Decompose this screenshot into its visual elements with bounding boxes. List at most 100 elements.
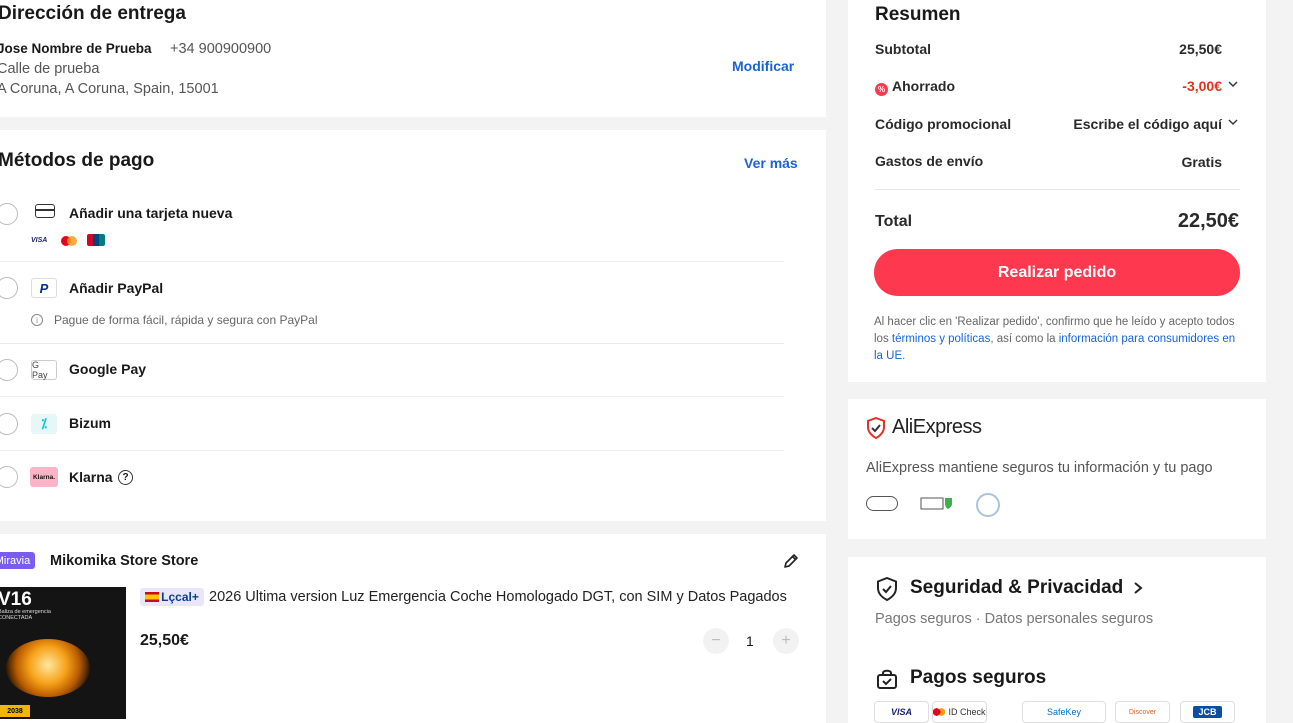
aliexpress-brand: AliExpress bbox=[892, 416, 982, 438]
mastercard-logo bbox=[60, 234, 78, 246]
klarna-label: Klarna bbox=[69, 469, 113, 485]
store-name[interactable]: Mikomika Store Store bbox=[50, 553, 198, 569]
ssl-badge-icon bbox=[920, 496, 954, 511]
google-pay-label: Google Pay bbox=[69, 361, 147, 377]
shipping-value: Gratis bbox=[1181, 154, 1222, 170]
shield-check-icon bbox=[866, 416, 886, 440]
product-title[interactable]: 2026 Ultima version Luz Emergencia Coche… bbox=[209, 589, 801, 605]
mastercard-icon bbox=[933, 708, 946, 716]
secure-payments-title: Pagos seguros bbox=[910, 667, 1047, 688]
payment-methods-card: Métodos de pago Ver más Añadir una tarje… bbox=[0, 130, 826, 521]
amex-safekey-logo: SafeKey bbox=[1022, 701, 1106, 723]
order-summary-card: Resumen Subtotal 25,50€ % Ahorrado -3,00€… bbox=[848, 0, 1266, 382]
chevron-down-icon[interactable] bbox=[1227, 77, 1239, 93]
radio-new-card[interactable] bbox=[0, 203, 18, 225]
divider bbox=[875, 189, 1240, 190]
security-privacy-card: Seguridad & Privacidad Pagos seguros · D… bbox=[848, 557, 1266, 723]
shield-icon bbox=[876, 576, 898, 602]
product-image-subtitle: Baliza de emergencia CONECTADA bbox=[0, 609, 51, 621]
product-image-title: V16 bbox=[0, 589, 32, 610]
paypal-icon: P bbox=[31, 278, 57, 298]
store-card: Miravia Mikomika Store Store V16 Baliza … bbox=[0, 534, 826, 723]
product-image-year: 2038 bbox=[0, 705, 30, 717]
bizum-icon: ⁒ bbox=[31, 414, 57, 434]
saved-value: -3,00€ bbox=[1182, 78, 1222, 94]
paypal-note: Pague de forma fácil, rápida y segura co… bbox=[54, 313, 318, 327]
new-card-label: Añadir una tarjeta nueva bbox=[69, 205, 233, 221]
total-label: Total bbox=[875, 213, 913, 230]
credit-card-icon bbox=[35, 204, 55, 218]
radio-klarna[interactable] bbox=[0, 466, 18, 488]
recipient-name: Jose Nombre de Prueba bbox=[0, 41, 152, 56]
summary-title: Resumen bbox=[875, 4, 961, 25]
aliexpress-security-text: AliExpress mantiene seguros tu informaci… bbox=[866, 460, 1213, 476]
edit-icon[interactable] bbox=[783, 553, 799, 569]
promo-code-row[interactable]: Código promocional Escribe el código aqu… bbox=[875, 116, 1239, 132]
visa-logo: VISA bbox=[31, 236, 48, 244]
divider bbox=[0, 343, 784, 344]
shipping-row: Gastos de envío Gratis bbox=[875, 153, 1239, 170]
saved-label: Ahorrado bbox=[892, 78, 955, 94]
discount-icon: % bbox=[875, 83, 888, 96]
shipping-label: Gastos de envío bbox=[875, 153, 984, 169]
google-pay-icon: G Pay bbox=[31, 360, 57, 380]
legal-text: Al hacer clic en 'Realizar pedido', conf… bbox=[874, 314, 1244, 365]
radio-paypal[interactable] bbox=[0, 277, 18, 299]
place-order-button[interactable]: Realizar pedido bbox=[874, 249, 1240, 296]
miravia-badge: Miravia bbox=[0, 552, 35, 569]
certification-seal-icon bbox=[976, 493, 1000, 517]
legal-text-2: , así como la bbox=[990, 333, 1059, 345]
chevron-down-icon[interactable] bbox=[1227, 115, 1239, 131]
lock-bag-icon bbox=[876, 668, 898, 690]
spain-flag-icon bbox=[145, 592, 160, 602]
idcheck-text: ID Check bbox=[948, 707, 986, 717]
product-price: 25,50€ bbox=[140, 632, 189, 649]
subtotal-row: Subtotal 25,50€ bbox=[875, 41, 1239, 57]
radio-bizum[interactable] bbox=[0, 413, 18, 435]
chevron-right-icon[interactable] bbox=[1132, 581, 1144, 600]
beacon-light bbox=[6, 639, 90, 697]
jcb-logo: JCB bbox=[1180, 701, 1235, 723]
klarna-icon: Klarna. bbox=[30, 467, 58, 487]
quantity-value: 1 bbox=[746, 633, 754, 649]
modify-address-link[interactable]: Modificar bbox=[732, 58, 794, 74]
payment-title: Métodos de pago bbox=[0, 150, 155, 171]
decrease-quantity-button[interactable]: − bbox=[703, 628, 729, 654]
recipient-phone: +34 900900900 bbox=[170, 41, 272, 57]
mastercard-idcheck-logo: ID Check bbox=[932, 701, 987, 723]
subtotal-label: Subtotal bbox=[875, 41, 931, 57]
help-icon[interactable]: ? bbox=[118, 470, 133, 485]
discover-logo: Discover bbox=[1115, 701, 1170, 723]
jcb-text: JCB bbox=[1193, 706, 1222, 718]
security-subtitle: Pagos seguros · Datos personales seguros bbox=[875, 611, 1154, 627]
subtotal-value: 25,50€ bbox=[1179, 41, 1222, 57]
delivery-address-card: Dirección de entrega Jose Nombre de Prue… bbox=[0, 0, 826, 117]
saved-row[interactable]: % Ahorrado -3,00€ bbox=[875, 78, 1239, 96]
promo-input[interactable]: Escribe el código aquí bbox=[1073, 116, 1222, 132]
local-plus-text: Lçcal+ bbox=[161, 590, 199, 604]
address-city: A Coruna, A Coruna, Spain, 15001 bbox=[0, 81, 219, 97]
security-title[interactable]: Seguridad & Privacidad bbox=[910, 577, 1123, 599]
divider bbox=[0, 450, 784, 451]
pci-badge-icon bbox=[866, 496, 898, 511]
local-plus-badge: Lçcal+ bbox=[140, 588, 204, 606]
unionpay-logo bbox=[87, 234, 105, 246]
divider bbox=[0, 261, 784, 262]
see-more-link[interactable]: Ver más bbox=[744, 155, 798, 171]
address-title: Dirección de entrega bbox=[0, 3, 186, 24]
visa-logo: VISA bbox=[874, 701, 929, 723]
total-row: Total 22,50€ bbox=[875, 210, 1239, 232]
promo-label: Código promocional bbox=[875, 116, 1012, 132]
aliexpress-trust-card: AliExpress AliExpress mantiene seguros t… bbox=[848, 399, 1266, 539]
increase-quantity-button[interactable]: + bbox=[773, 628, 799, 654]
address-street: Calle de prueba bbox=[0, 61, 100, 77]
product-image[interactable]: V16 Baliza de emergencia CONECTADA 2038 bbox=[0, 587, 126, 719]
terms-link[interactable]: términos y políticas bbox=[892, 333, 990, 345]
radio-google-pay[interactable] bbox=[0, 359, 18, 381]
info-icon: i bbox=[31, 314, 43, 326]
paypal-label: Añadir PayPal bbox=[69, 280, 164, 296]
bizum-label: Bizum bbox=[69, 415, 111, 431]
legal-text-3: . bbox=[902, 350, 906, 362]
divider bbox=[0, 396, 784, 397]
total-value: 22,50€ bbox=[1177, 210, 1239, 232]
